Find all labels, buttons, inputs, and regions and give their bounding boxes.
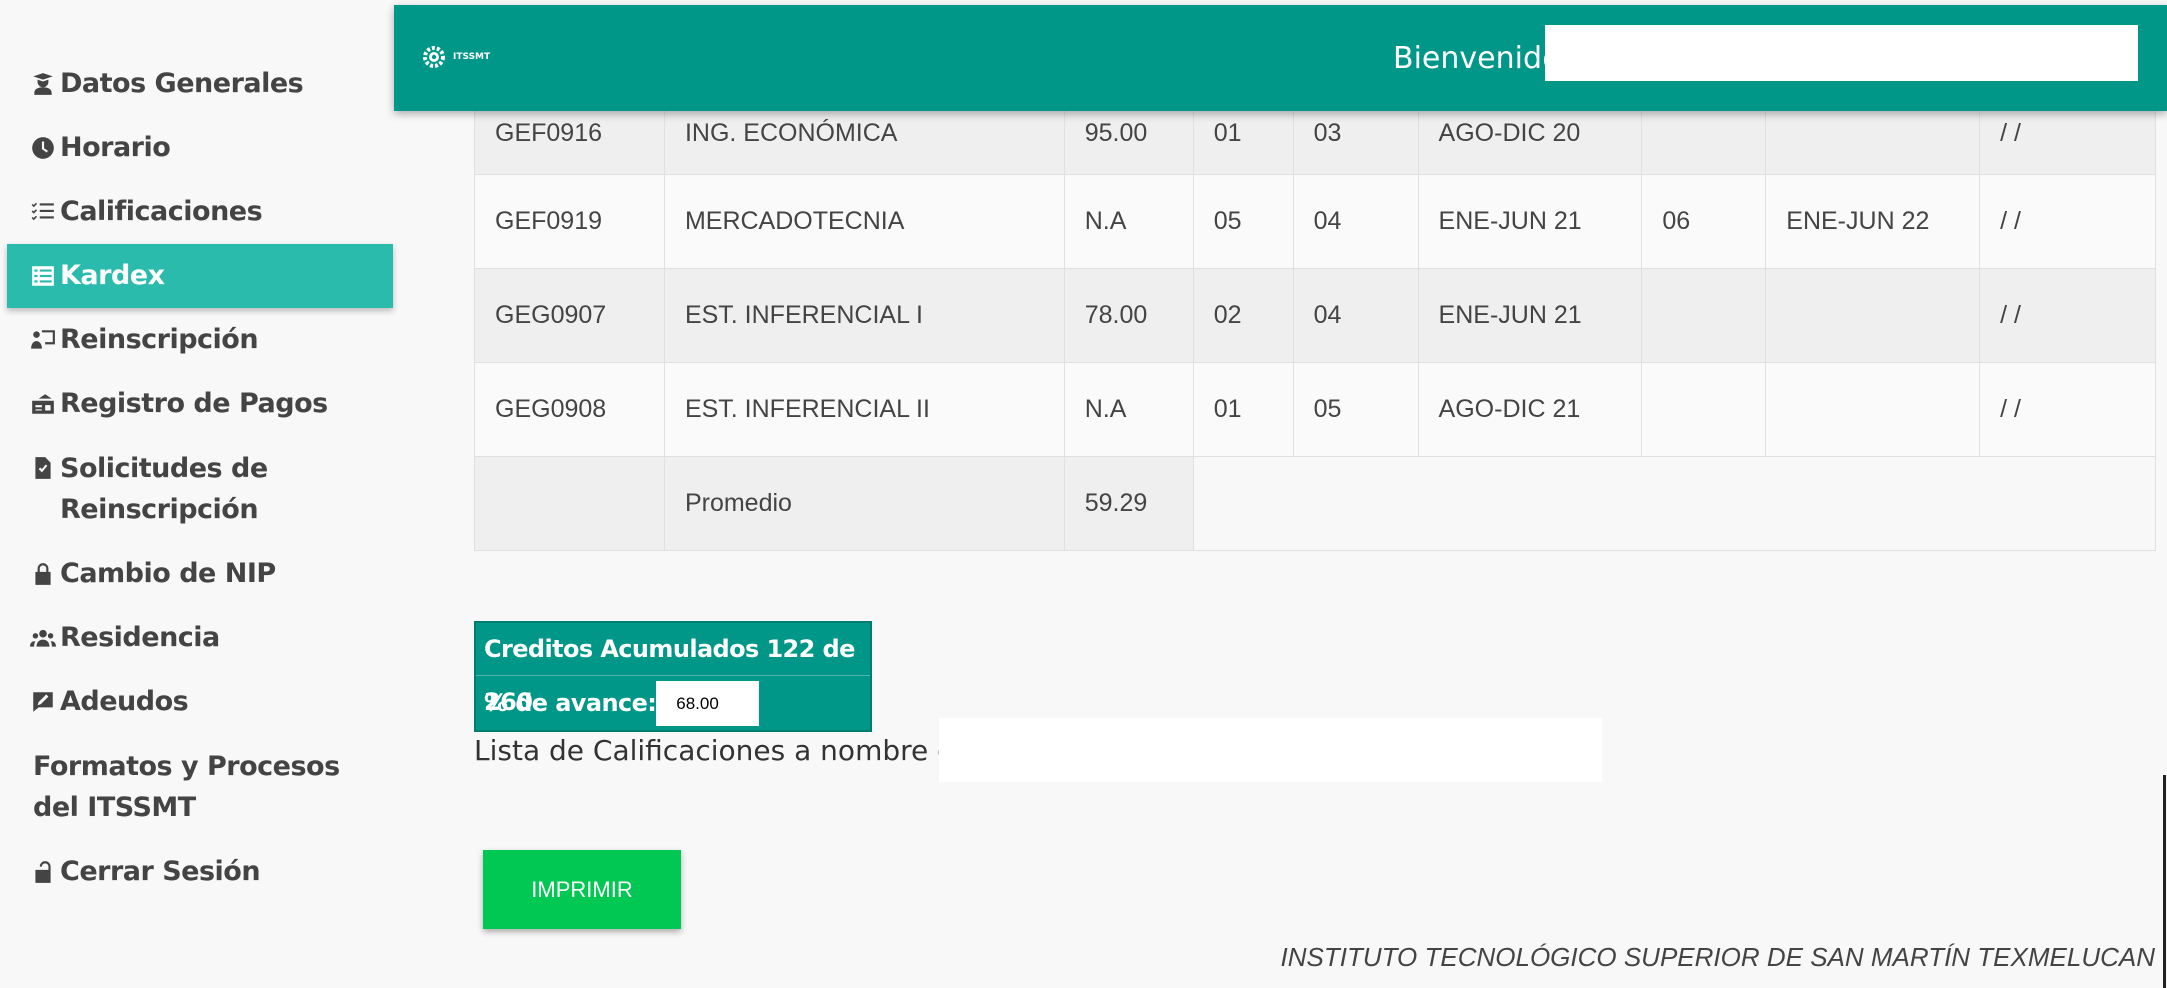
sidebar-item-formatos[interactable]: Formatos y Procesos del ITSSMT [0, 734, 393, 840]
table-cell: ENE-JUN 22 [1765, 174, 1981, 269]
table-cell: 78.00 [1063, 268, 1194, 363]
sidebar-item-label: Datos Generales [60, 68, 304, 99]
progress-label: % de avance: [484, 689, 657, 717]
credits-box: Creditos Acumulados 122 de 260 % de avan… [474, 621, 872, 732]
logo-text: ITSSMT [453, 52, 491, 62]
lock-icon [28, 554, 58, 594]
sidebar-item-calificaciones[interactable]: Calificaciones [0, 180, 393, 244]
table-cell [1765, 362, 1981, 457]
sidebar-item-label: Registro de Pagos [60, 388, 328, 419]
table-cell: 05 [1292, 362, 1419, 457]
chalkboard-teacher-icon [28, 320, 58, 360]
sidebar-item-label: Residencia [60, 622, 220, 653]
sidebar-item-label: Kardex [60, 260, 165, 291]
table-cell: 02 [1192, 268, 1294, 363]
average-row: Promedio 59.29 [474, 456, 2157, 551]
print-button[interactable]: IMPRIMIR [483, 850, 681, 929]
top-header: ITSSMT Bienvenid@ [394, 5, 2167, 111]
table-cell: 04 [1292, 268, 1419, 363]
table-cell: MERCADOTECNIA [663, 174, 1065, 269]
list-check-icon [28, 192, 58, 232]
table-cell [1641, 362, 1767, 457]
name-list-label: Lista de Calificaciones a nombre de: [474, 734, 982, 767]
sidebar-item-cambio-nip[interactable]: Cambio de NIP [0, 542, 393, 606]
table-cell: / / [1979, 362, 2156, 457]
sidebar-item-label: Calificaciones [60, 196, 263, 227]
list-alt-icon [28, 256, 58, 296]
sidebar-item-label: Solicitudes de Reinscripción [60, 453, 268, 525]
table-cell: EST. INFERENCIAL I [663, 268, 1065, 363]
table-row: GEF0919 MERCADOTECNIA N.A 05 04 ENE-JUN 21 06 E… [474, 174, 2156, 269]
sidebar-item-label: Adeudos [60, 686, 189, 717]
sidebar-item-horario[interactable]: Horario [0, 116, 393, 180]
table-cell: 06 [1641, 174, 1767, 269]
sidebar-item-adeudos[interactable]: Adeudos [0, 670, 393, 734]
table-cell: EST. INFERENCIAL II [663, 362, 1065, 457]
clock-icon [28, 128, 58, 168]
student-name-field [939, 718, 1602, 782]
table-cell: GEG0908 [474, 362, 665, 457]
itssmt-logo[interactable]: ITSSMT [420, 43, 490, 71]
sidebar-item-label: Cambio de NIP [60, 558, 276, 589]
credits-accumulated: Creditos Acumulados 122 de 260 [476, 623, 870, 716]
table-cell: 04 [1292, 174, 1419, 269]
sidebar-item-cerrar-sesion[interactable]: Cerrar Sesión [0, 840, 393, 904]
table-cell [1641, 268, 1767, 363]
sidebar-item-registro-pagos[interactable]: Registro de Pagos [0, 372, 393, 436]
users-icon [28, 618, 58, 658]
table-cell: / / [1979, 174, 2156, 269]
table-cell: GEG0907 [474, 268, 665, 363]
table-cell: AGO-DIC 21 [1417, 362, 1643, 457]
progress-row: % de avance: 68.00 [476, 676, 870, 730]
table-cell [474, 456, 665, 551]
table-cell: ENE-JUN 21 [1417, 268, 1643, 363]
sidebar-item-reinscripcion[interactable]: Reinscripción [0, 308, 393, 372]
scrollbar[interactable] [2163, 775, 2166, 988]
table-cell: N.A [1063, 174, 1194, 269]
table-row: GEG0908 EST. INFERENCIAL II N.A 01 05 AGO-DIC… [474, 362, 2156, 457]
table-cell: GEF0919 [474, 174, 665, 269]
average-label: Promedio [663, 456, 1065, 551]
comment-edit-icon [28, 682, 58, 722]
kardex-table-container: GEF0916 ING. ECONÓMICA 95.00 01 03 AGO-DIC 20… [474, 92, 2157, 551]
table-cell: N.A [1063, 362, 1194, 457]
sidebar-item-label: Horario [60, 132, 171, 163]
sidebar-item-label: Cerrar Sesión [60, 856, 261, 887]
average-value: 59.29 [1063, 456, 1194, 551]
table-cell [1192, 456, 2157, 551]
sidebar-item-residencia[interactable]: Residencia [0, 606, 393, 670]
table-row: GEG0907 EST. INFERENCIAL I 78.00 02 04 ENE-JU… [474, 268, 2156, 363]
table-cell: 01 [1192, 362, 1294, 457]
sidebar-item-solicitudes[interactable]: Solicitudes de Reinscripción [0, 436, 393, 542]
gear-logo-icon [423, 46, 445, 68]
institution-footer: INSTITUTO TECNOLÓGICO SUPERIOR DE SAN MA… [1280, 942, 2155, 972]
sidebar-nav: Datos Generales Horario Calificaciones K… [0, 0, 393, 988]
table-cell: ENE-JUN 21 [1417, 174, 1643, 269]
sidebar-item-label: Reinscripción [60, 324, 259, 355]
welcome-user-field [1545, 25, 2138, 81]
kardex-table: GEF0916 ING. ECONÓMICA 95.00 01 03 AGO-DIC 20… [474, 92, 2157, 551]
lock-open-icon [28, 852, 58, 892]
table-cell: 05 [1192, 174, 1294, 269]
table-cell: / / [1979, 268, 2156, 363]
sidebar-item-datos-generales[interactable]: Datos Generales [0, 52, 393, 116]
sidebar-item-label: Formatos y Procesos del ITSSMT [33, 751, 340, 823]
table-cell [1765, 268, 1981, 363]
user-graduate-icon [28, 64, 58, 104]
sidebar-item-kardex[interactable]: Kardex [7, 244, 393, 308]
file-check-icon [28, 448, 58, 488]
money-check-icon [28, 384, 58, 424]
progress-value: 68.00 [656, 680, 760, 726]
